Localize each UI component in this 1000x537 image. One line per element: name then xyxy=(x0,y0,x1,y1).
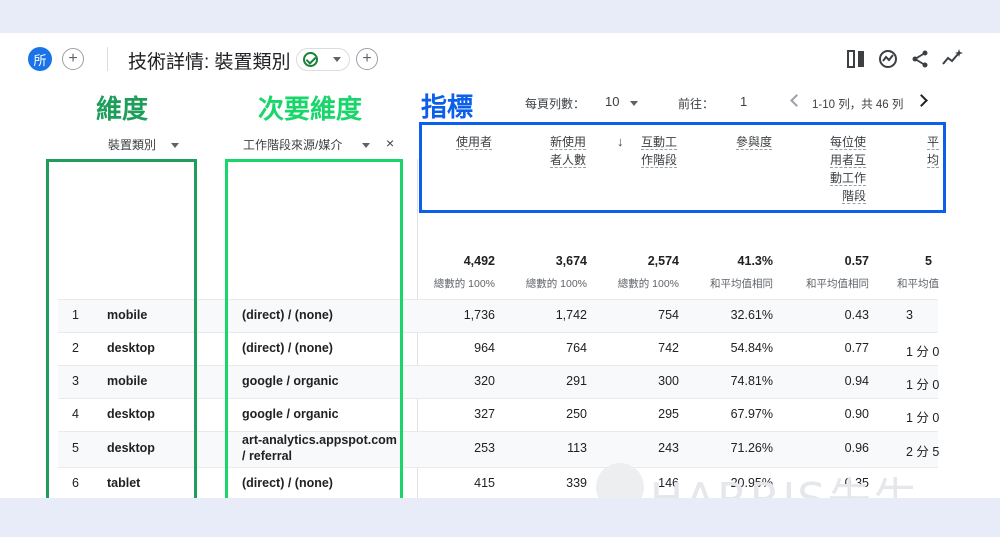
check-circle-icon xyxy=(303,52,318,67)
add-comparison-button[interactable]: + xyxy=(62,48,84,70)
page-title: 技術詳情: 裝置類別 xyxy=(128,52,291,73)
sparkle-trend-icon[interactable] xyxy=(941,48,963,70)
row-avg-time: 1 分 0 xyxy=(906,377,940,392)
next-page-icon[interactable] xyxy=(915,94,928,107)
row-new-users: 764 xyxy=(566,340,587,355)
row-avg-time: 2 分 5 xyxy=(906,445,940,459)
row-users: 964 xyxy=(474,340,495,355)
insights-icon[interactable] xyxy=(877,48,899,70)
row-engagement: 67.97% xyxy=(730,406,773,421)
total-engagement-sub: 和平均值相同 xyxy=(710,278,773,290)
total-new-users-sub: 總數的 100% xyxy=(525,278,587,290)
rows-per-page-label: 每頁列數： xyxy=(525,97,586,111)
row-sessions: 754 xyxy=(658,307,679,322)
row-avg-time: 3 xyxy=(906,307,913,322)
row-new-users: 250 xyxy=(566,406,587,421)
report-page: 所 + 技術詳情: 裝置類別 + 維度 次要維度 指標 每頁列數： 10 前往：… xyxy=(0,33,1000,498)
total-sessions: 2,574 xyxy=(647,254,679,268)
dimension-header-label: 裝置類別 xyxy=(108,138,157,152)
total-sessions-sub: 總數的 100% xyxy=(617,278,679,290)
row-engagement: 54.84% xyxy=(730,340,773,355)
goto-page-input[interactable]: 1 xyxy=(740,94,747,109)
total-users: 4,492 xyxy=(463,254,495,268)
watermark: HARRIS先生 xyxy=(650,463,919,498)
row-engagement: 74.81% xyxy=(730,373,773,388)
total-avg-time-sub: 和平均值 xyxy=(897,278,939,290)
row-new-users: 291 xyxy=(566,373,587,388)
total-new-users: 3,674 xyxy=(555,254,587,268)
metrics-annotation: 指標 xyxy=(421,92,474,122)
row-users: 415 xyxy=(474,475,495,490)
row-sessions: 742 xyxy=(658,340,679,355)
goto-label: 前往： xyxy=(678,97,715,111)
report-header: 所 + 技術詳情: 裝置類別 + xyxy=(0,33,1000,85)
total-users-sub: 總數的 100% xyxy=(433,278,495,290)
rows-per-page-select[interactable]: 10 xyxy=(605,94,619,109)
row-per-user: 0.43 xyxy=(844,307,869,322)
row-per-user: 0.77 xyxy=(844,340,869,355)
add-filter-button[interactable]: + xyxy=(356,48,378,70)
row-new-users: 1,742 xyxy=(555,307,587,322)
secondary-dimension-annotation: 次要維度 xyxy=(258,94,363,124)
remove-secondary-icon[interactable]: × xyxy=(386,134,394,152)
page-range: 1-10 列，共 46 列 xyxy=(812,99,904,111)
row-sessions: 243 xyxy=(658,441,679,455)
row-sessions: 295 xyxy=(658,406,679,421)
share-icon[interactable] xyxy=(909,48,931,70)
row-users: 1,736 xyxy=(463,307,495,322)
prev-page-icon[interactable] xyxy=(790,94,803,107)
row-per-user: 0.94 xyxy=(844,373,869,388)
row-sessions: 300 xyxy=(658,373,679,388)
row-engagement: 32.61% xyxy=(730,307,773,322)
secondary-dimension-header[interactable]: 工作階段來源/媒介 xyxy=(243,136,342,154)
total-avg-time: 5 xyxy=(925,254,932,268)
dimension-annotation: 維度 xyxy=(96,94,149,124)
secondary-dimension-box xyxy=(225,159,403,498)
row-users: 320 xyxy=(474,373,495,388)
row-users: 253 xyxy=(474,441,495,455)
compare-icon[interactable] xyxy=(845,48,867,70)
collection-badge[interactable]: 所 xyxy=(28,47,52,71)
total-per-user: 0.57 xyxy=(844,254,869,268)
dimension-box xyxy=(46,159,197,498)
row-avg-time: 1 分 0 xyxy=(906,344,940,359)
secondary-dimension-header-label: 工作階段來源/媒介 xyxy=(243,138,343,152)
dimension-caret-icon[interactable] xyxy=(171,143,179,148)
divider xyxy=(107,47,108,71)
row-new-users: 339 xyxy=(566,475,587,490)
row-per-user: 0.90 xyxy=(844,406,869,421)
total-engagement: 41.3% xyxy=(737,254,773,268)
metrics-box xyxy=(419,122,946,213)
status-dropdown[interactable] xyxy=(296,48,350,71)
row-avg-time: 1 分 0 xyxy=(906,410,940,425)
chevron-down-icon xyxy=(333,57,341,62)
row-new-users: 113 xyxy=(567,441,587,455)
row-users: 327 xyxy=(474,406,495,421)
rows-per-page-caret-icon[interactable] xyxy=(630,101,638,106)
total-per-user-sub: 和平均值相同 xyxy=(806,278,869,290)
row-per-user: 0.96 xyxy=(844,441,869,455)
row-engagement: 71.26% xyxy=(730,441,773,455)
secondary-caret-icon[interactable] xyxy=(362,143,370,148)
dimension-header[interactable]: 裝置類別 xyxy=(108,136,156,154)
